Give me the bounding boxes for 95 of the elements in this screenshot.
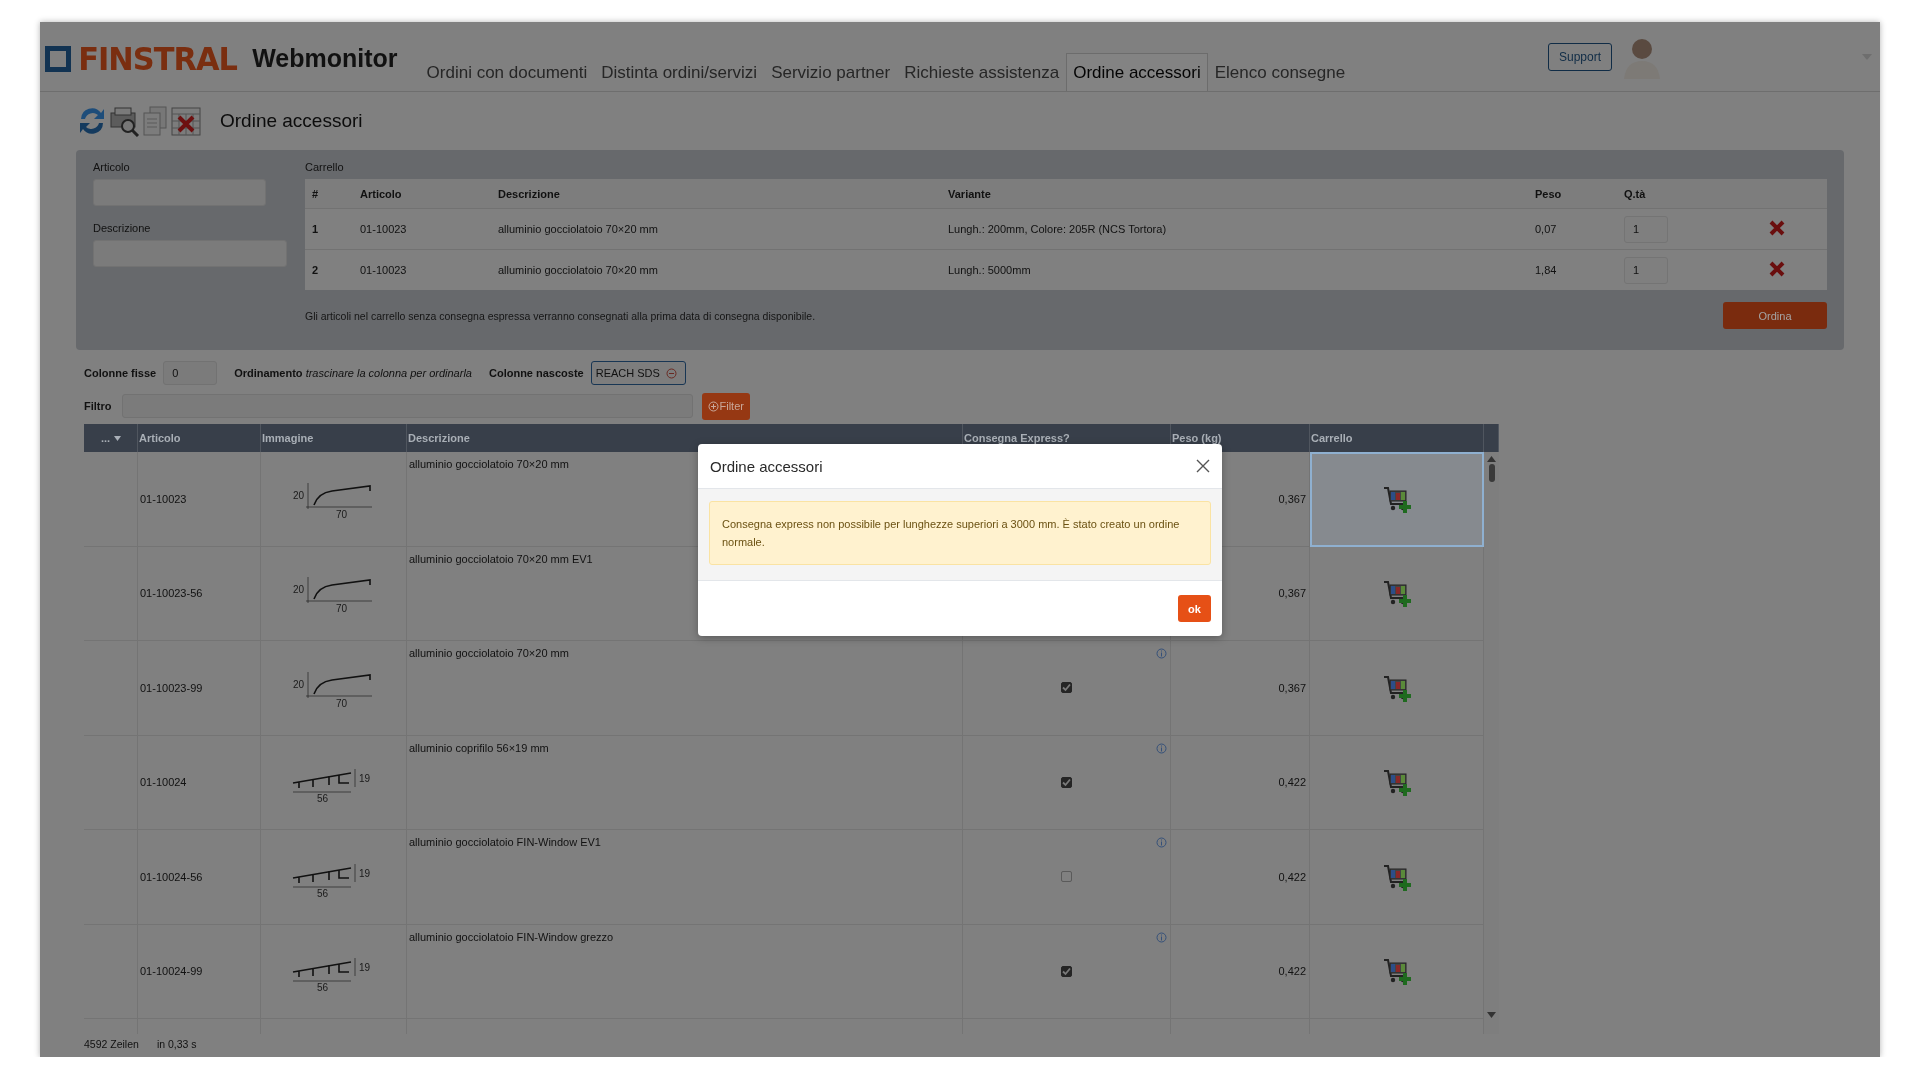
sort-hint: Ordinamento trascinare la colonna per ordinarla xyxy=(234,367,472,379)
table-cell-text: alluminio gocciolatoio 70×20 mm xyxy=(498,264,659,276)
column-header: Descrizione xyxy=(498,187,561,200)
profile-drawing: 56 19 xyxy=(288,761,379,804)
fixed-columns-field[interactable]: 0 xyxy=(163,361,218,385)
info-icon[interactable] xyxy=(1156,931,1167,943)
column-header: Peso xyxy=(1535,187,1563,200)
table-cell: 01-10024-56 xyxy=(138,830,261,925)
table-cell: 0,422 xyxy=(1171,830,1310,925)
support-button[interactable]: Support xyxy=(1547,42,1612,71)
profile-drawing: 56 19 xyxy=(288,855,379,898)
express-checkbox[interactable] xyxy=(1061,965,1072,977)
remove-icon[interactable] xyxy=(665,367,677,379)
profile-drawing: 20 70 xyxy=(291,573,376,614)
express-checkbox[interactable] xyxy=(1061,776,1072,788)
row-count: 4592 Zeilen xyxy=(84,1038,139,1050)
nav-tab[interactable]: Ordini con documenti xyxy=(419,53,595,91)
table-cell: 01-10023-56 xyxy=(138,546,261,641)
option-label: Colonne fisse xyxy=(84,367,157,379)
nav-tab[interactable]: Distinta ordini/servizi xyxy=(594,53,765,91)
column-header: Articolo xyxy=(360,187,403,200)
table-cell: 01-10024-99 xyxy=(138,924,261,1019)
nav-tab[interactable]: Servizio partner xyxy=(764,53,898,91)
quantity-field[interactable]: 1 xyxy=(1624,215,1668,243)
hidden-column-label: REACH SDS xyxy=(595,367,660,379)
column-header: Q.tà xyxy=(1624,187,1647,200)
cart-title: Carrello xyxy=(305,161,345,173)
scroll-up-icon[interactable] xyxy=(1487,456,1496,462)
scroll-thumb[interactable] xyxy=(1488,464,1495,482)
table-cell: 01-10023-99 xyxy=(138,641,261,736)
add-to-cart-icon[interactable] xyxy=(1381,956,1412,987)
print-preview-icon[interactable] xyxy=(108,105,140,137)
add-to-cart-icon[interactable] xyxy=(1382,484,1412,515)
cart-note: Gli articoli nel carrello senza consegna espressa verranno consegnati alla prima data di consegna disponibile. xyxy=(305,309,816,322)
table-cell-text: 1,84 xyxy=(1535,264,1558,276)
nav-tab[interactable]: Elenco consegne xyxy=(1207,53,1353,91)
table-cell: alluminio gocciolatoio 70×20 mm xyxy=(407,641,963,736)
dialog-title: Ordine accessori xyxy=(710,457,823,475)
delete-icon[interactable] xyxy=(1769,220,1785,236)
table-cell: 01-10023 xyxy=(138,452,261,547)
refresh-icon[interactable] xyxy=(77,105,107,137)
table-cell-text: 1 xyxy=(312,223,320,235)
order-button[interactable]: Ordina xyxy=(1723,302,1827,329)
field-label: Descrizione xyxy=(93,222,152,234)
info-icon[interactable] xyxy=(1156,648,1167,659)
close-icon[interactable] xyxy=(1196,459,1210,473)
option-label: Colonne nascoste xyxy=(488,367,584,379)
column-header[interactable]: Immagine xyxy=(261,424,407,452)
delete-icon[interactable] xyxy=(1769,261,1785,277)
filter-button[interactable]: Filter xyxy=(701,392,750,420)
table-cell: 0,422 xyxy=(1171,735,1310,830)
brand-logo: FINSTRAL xyxy=(78,39,238,78)
row-selector-cell[interactable] xyxy=(84,452,138,547)
info-icon[interactable] xyxy=(1156,742,1167,754)
column-header[interactable]: Articolo xyxy=(138,424,261,452)
add-to-cart-icon[interactable] xyxy=(1381,578,1412,609)
load-time: in 0,33 s xyxy=(156,1038,197,1050)
profile-drawing: 56 19 xyxy=(288,950,379,993)
add-to-cart-icon[interactable] xyxy=(1381,767,1412,798)
scroll-down-icon[interactable] xyxy=(1487,1012,1496,1018)
info-icon[interactable] xyxy=(1156,837,1167,848)
logo-square-icon xyxy=(45,45,71,72)
column-header: Variante xyxy=(948,187,992,200)
table-cell-text: 2 xyxy=(312,264,320,276)
filter-label: Filtro xyxy=(84,400,112,412)
table-cell: 0,422 xyxy=(1171,924,1310,1019)
profile-drawing: 20 70 xyxy=(291,478,376,519)
delete-calendar-icon[interactable] xyxy=(170,105,202,137)
table-cell: alluminio gocciolatoio FIN-Window grezzo xyxy=(407,924,963,1019)
table-cell-text: 01-10023 xyxy=(360,223,408,235)
page-title: Ordine accessori xyxy=(220,110,363,132)
app-name: Webmonitor xyxy=(252,44,398,73)
table-cell-text: Lungh.: 5000mm xyxy=(948,264,1032,276)
table-cell: alluminio gocciolatoio FIN-Window EV1 xyxy=(407,830,963,925)
table-cell-text: 01-10023 xyxy=(360,264,408,276)
table-cell-text: Lungh.: 200mm, Colore: 205R (NCS Tortora) xyxy=(948,223,1168,235)
column-header: # xyxy=(312,187,320,200)
table-cell: 01-10024 xyxy=(138,735,261,830)
table-cell: alluminio coprifilo 56×19 mm xyxy=(407,735,963,830)
field-label: Articolo xyxy=(93,161,131,173)
profile-drawing: 20 70 xyxy=(291,667,376,708)
nav-tab[interactable]: Richieste assistenza xyxy=(897,53,1067,91)
express-checkbox[interactable] xyxy=(1061,682,1072,694)
plus-icon xyxy=(707,400,719,412)
ok-button[interactable]: ok xyxy=(1178,595,1211,622)
nav-tab[interactable]: Ordine accessori xyxy=(1066,53,1208,91)
warning-message: Consegna express non possibile per lunghezze superiori a 3000 mm. È stato creato un ordine normale. xyxy=(709,501,1211,565)
table-cell-text: 0,07 xyxy=(1535,223,1558,235)
hidden-columns-select[interactable]: REACH SDS xyxy=(590,361,686,385)
caret-icon xyxy=(114,435,122,441)
column-header[interactable]: ... xyxy=(84,424,138,452)
table-cell-text: alluminio gocciolatoio 70×20 mm xyxy=(498,223,659,235)
table-cell: 0,367 xyxy=(1171,641,1310,736)
express-checkbox[interactable] xyxy=(1061,871,1072,883)
quantity-field[interactable]: 1 xyxy=(1624,256,1668,284)
